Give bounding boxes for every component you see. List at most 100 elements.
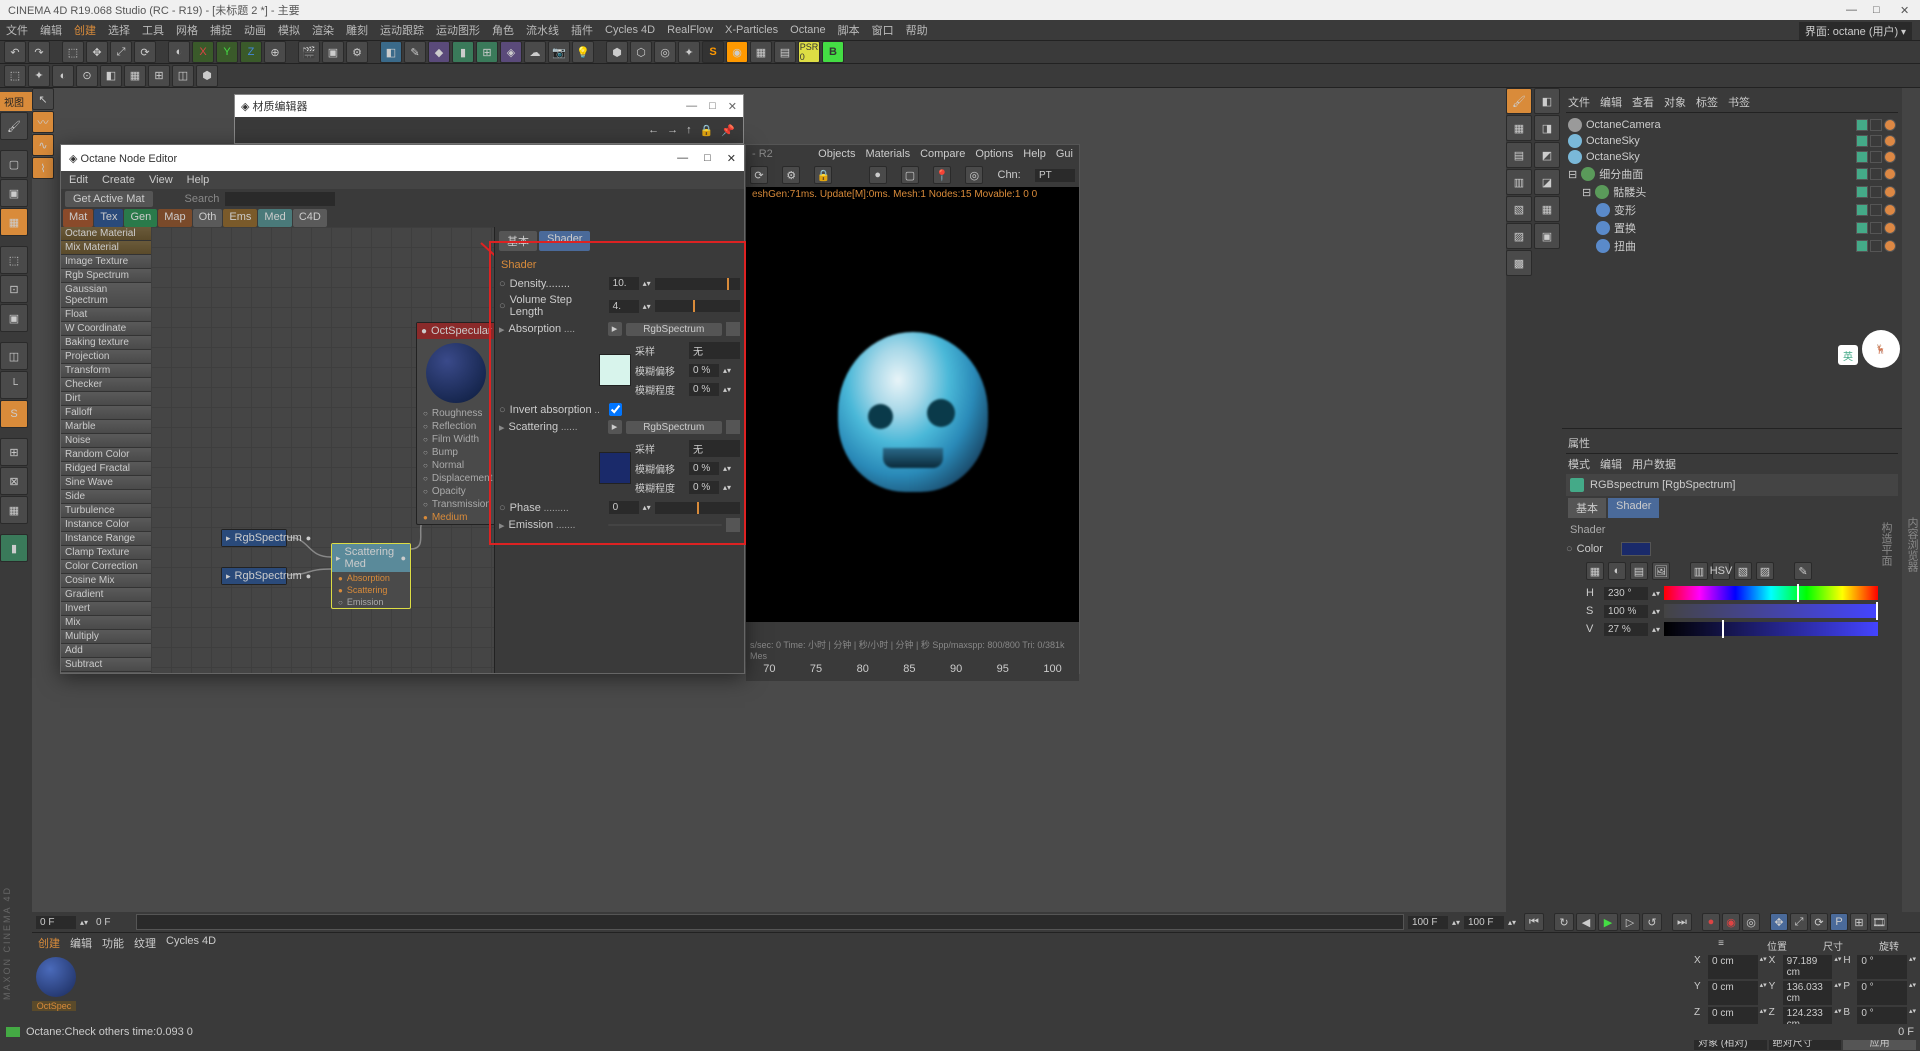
attr-mode-模式[interactable]: 模式 [1568, 456, 1590, 472]
mat-back-icon[interactable]: ← [648, 124, 659, 136]
ne-item-sine-wave[interactable]: Sine Wave [61, 476, 151, 490]
octane-render-view[interactable] [746, 202, 1079, 622]
attr-color-swatch[interactable] [1621, 542, 1651, 556]
eyedropper-icon[interactable]: ✎ [1794, 562, 1812, 580]
xp3-icon[interactable]: ◎ [654, 41, 676, 63]
coord-sys-icon[interactable]: ⊕ [264, 41, 286, 63]
xp-icon[interactable]: ⬢ [606, 41, 628, 63]
phase-input[interactable]: 0 [609, 501, 639, 514]
menu-创建[interactable]: 创建 [74, 22, 96, 38]
obj-tab-编辑[interactable]: 编辑 [1600, 94, 1622, 110]
rt-3-icon[interactable]: ▥ [1506, 169, 1532, 195]
ne-item-compare[interactable]: Compare [61, 672, 151, 673]
lt-uv-icon[interactable]: ◫ [0, 342, 28, 370]
octane-ico-icon[interactable]: ◉ [726, 41, 748, 63]
goto-end-icon[interactable]: ⏭ [1672, 913, 1692, 931]
timeline-end[interactable]: 100 F [1408, 916, 1448, 929]
light-icon[interactable]: 💡 [572, 41, 594, 63]
obj-tab-对象[interactable]: 对象 [1664, 94, 1686, 110]
lt-poly-icon[interactable]: ▣ [0, 304, 28, 332]
tr-film-icon[interactable]: 🎞 [1870, 913, 1888, 931]
color-mode-6-icon[interactable]: HSV [1712, 562, 1730, 580]
menu-文件[interactable]: 文件 [6, 22, 28, 38]
obj-tab-标签[interactable]: 标签 [1696, 94, 1718, 110]
s-value[interactable]: 100 % [1604, 605, 1648, 618]
camera-icon[interactable]: 📷 [548, 41, 570, 63]
tr-s-icon[interactable]: ⤢ [1790, 913, 1808, 931]
timeline-end2[interactable]: 100 F [1464, 916, 1504, 929]
menu-Octane[interactable]: Octane [790, 24, 825, 36]
lt2-curve1-icon[interactable]: 〰 [32, 111, 54, 133]
ne-tab-gen[interactable]: Gen [124, 209, 157, 227]
xp4-icon[interactable]: ✦ [678, 41, 700, 63]
subdiv-icon[interactable]: ◆ [428, 41, 450, 63]
color-mode-2-icon[interactable]: ◐ [1608, 562, 1626, 580]
ne-menu-create[interactable]: Create [102, 174, 135, 186]
ne-item-mix[interactable]: Mix [61, 616, 151, 630]
oct-b-icon[interactable]: ▤ [774, 41, 796, 63]
undo-icon[interactable]: ↶ [4, 41, 26, 63]
tr-r-icon[interactable]: ⟳ [1810, 913, 1828, 931]
lt-brush-icon[interactable]: 🖌 [0, 112, 28, 140]
obj-tab-文件[interactable]: 文件 [1568, 94, 1590, 110]
mat-menu-功能[interactable]: 功能 [102, 935, 124, 951]
sat-slider[interactable] [1664, 604, 1878, 618]
scattering-button[interactable]: RgbSpectrum [626, 421, 722, 434]
node-scattering-med[interactable]: ▸Scattering Med ● AbsorptionScatteringEm… [331, 543, 411, 609]
xp2-icon[interactable]: ⬡ [630, 41, 652, 63]
rt-b3-icon[interactable]: ◩ [1534, 142, 1560, 168]
prop-tab-shader[interactable]: Shader [539, 231, 590, 251]
obj-细分曲面[interactable]: ⊟ 细分曲面 [1568, 165, 1896, 183]
rt-b1-icon[interactable]: ◧ [1534, 88, 1560, 114]
menu-运动图形[interactable]: 运动图形 [436, 22, 480, 38]
oct-gear-icon[interactable]: ⚙ [782, 166, 800, 184]
ne-tab-med[interactable]: Med [258, 209, 291, 227]
menu-工具[interactable]: 工具 [142, 22, 164, 38]
lt-cube1-icon[interactable]: ▢ [0, 150, 28, 178]
abs-blurscale-input[interactable]: 0 % [689, 383, 719, 396]
layout-dropdown[interactable]: 界面: octane (用户) ▾ [1799, 22, 1912, 40]
density-input[interactable]: 10. [609, 277, 639, 290]
rotate-icon[interactable]: ⟳ [134, 41, 156, 63]
ne-item-subtract[interactable]: Subtract [61, 658, 151, 672]
ne-tab-mat[interactable]: Mat [63, 209, 93, 227]
menu-帮助[interactable]: 帮助 [906, 22, 928, 38]
mat-up-icon[interactable]: ↑ [686, 124, 692, 136]
rt-1-icon[interactable]: ▦ [1506, 115, 1532, 141]
ne-item-w-coordinate[interactable]: W Coordinate [61, 322, 151, 336]
t2-2-icon[interactable]: ✦ [28, 65, 50, 87]
tab-struct[interactable]: 构造平面 [1878, 96, 1894, 992]
phase-slider[interactable] [655, 502, 740, 514]
lt2-curve2-icon[interactable]: ∿ [32, 134, 54, 156]
mat-menu-纹理[interactable]: 纹理 [134, 935, 156, 951]
maximize-icon[interactable]: □ [1873, 4, 1885, 16]
scat-blurscale-input[interactable]: 0 % [689, 481, 719, 494]
search-input[interactable] [225, 192, 335, 206]
ne-tab-tex[interactable]: Tex [94, 209, 123, 227]
obj-扭曲[interactable]: 扭曲 [1568, 237, 1896, 255]
mat-max-icon[interactable]: □ [709, 100, 716, 113]
port-film width[interactable]: Film Width [417, 433, 495, 446]
port-roughness[interactable]: Roughness [417, 407, 495, 420]
move-icon[interactable]: ✥ [86, 41, 108, 63]
tr-pla-icon[interactable]: P [1830, 913, 1848, 931]
menu-Cycles 4D[interactable]: Cycles 4D [605, 24, 655, 36]
mat-menu-创建[interactable]: 创建 [38, 935, 60, 951]
rt-4-icon[interactable]: ▧ [1506, 196, 1532, 222]
abs-sample-dropdown[interactable]: 无 [689, 342, 740, 359]
play-icon[interactable]: ▶ [1598, 913, 1618, 931]
rt-b2-icon[interactable]: ◨ [1534, 115, 1560, 141]
menu-脚本[interactable]: 脚本 [838, 22, 860, 38]
volstep-input[interactable]: 4. [609, 300, 639, 313]
ne-menu-view[interactable]: View [149, 174, 173, 186]
ne-menu-edit[interactable]: Edit [69, 174, 88, 186]
rt-brush-icon[interactable]: 🖌 [1506, 88, 1532, 114]
lt-green-icon[interactable]: ▮ [0, 534, 28, 562]
render-region-icon[interactable]: ▣ [322, 41, 344, 63]
lt-axis-icon[interactable]: └ [0, 371, 28, 399]
pen-icon[interactable]: ✎ [404, 41, 426, 63]
rt-6-icon[interactable]: ▩ [1506, 250, 1532, 276]
ne-item-random-color[interactable]: Random Color [61, 448, 151, 462]
render-icon[interactable]: 🎬 [298, 41, 320, 63]
ne-min-icon[interactable]: — [677, 152, 688, 165]
